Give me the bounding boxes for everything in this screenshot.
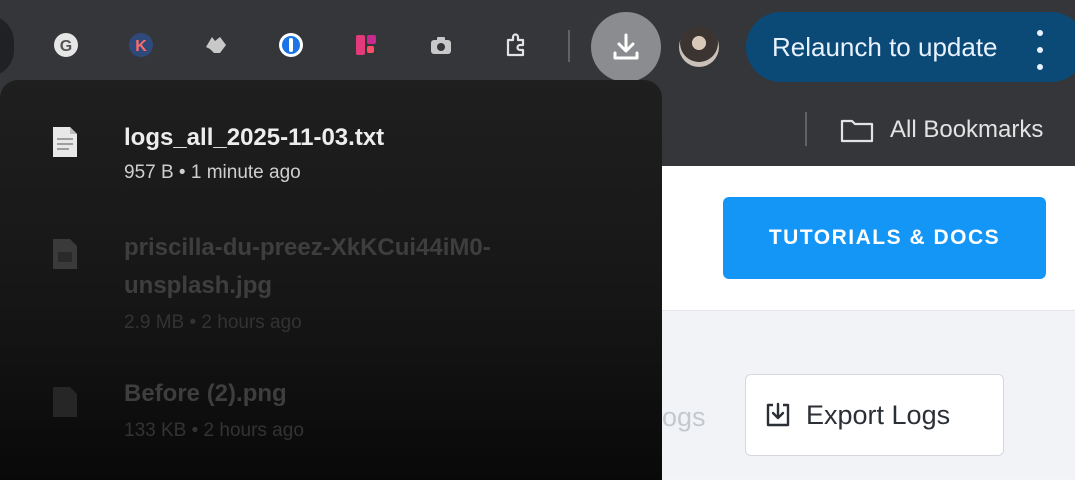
relaunch-label: Relaunch to update [772, 31, 998, 62]
svg-text:K: K [135, 38, 147, 55]
download-filename: logs_all_2025-11-03.txt [124, 124, 385, 151]
wolf-extension-icon[interactable] [199, 28, 233, 62]
image-file-icon [53, 387, 77, 417]
image-file-icon [53, 239, 77, 269]
download-item[interactable]: priscilla-du-preez-XkKCui44iM0- unsplash… [0, 230, 662, 340]
download-meta: 957 B • 1 minute ago [124, 162, 301, 183]
export-logs-button[interactable]: Export Logs [745, 374, 1004, 456]
text-file-icon [53, 127, 77, 157]
grammarly-icon[interactable]: G [49, 28, 83, 62]
omnibox-edge[interactable] [0, 15, 14, 77]
downloads-button[interactable] [591, 12, 661, 82]
export-icon [766, 402, 790, 427]
download-filename-line2: unsplash.jpg [124, 272, 273, 299]
download-icon [613, 33, 639, 60]
relaunch-to-update-button[interactable]: Relaunch to update [746, 12, 1075, 82]
tutorials-docs-button[interactable]: TUTORIALS & DOCS [723, 197, 1046, 279]
obscured-logs-text: ogs [662, 402, 706, 432]
figma-like-extension-icon[interactable] [349, 28, 383, 62]
k-extension-icon[interactable]: K [124, 28, 158, 62]
toolbar-separator [568, 30, 570, 62]
download-meta: 2.9 MB • 2 hours ago [124, 312, 302, 333]
export-logs-label: Export Logs [806, 399, 951, 430]
downloads-panel: logs_all_2025-11-03.txt 957 B • 1 minute… [0, 80, 662, 480]
camera-icon[interactable] [424, 28, 458, 62]
download-filename: Before (2).png [124, 380, 287, 407]
download-filename: priscilla-du-preez-XkKCui44iM0- [124, 234, 491, 261]
download-meta: 133 KB • 2 hours ago [124, 420, 304, 441]
all-bookmarks-label: All Bookmarks [890, 116, 1044, 143]
svg-text:G: G [60, 38, 72, 55]
puzzle-extensions-icon[interactable] [499, 28, 533, 62]
download-item[interactable]: logs_all_2025-11-03.txt 957 B • 1 minute… [0, 120, 662, 200]
tutorials-label: TUTORIALS & DOCS [768, 226, 1001, 249]
more-menu-icon[interactable] [1032, 30, 1048, 70]
bookmarks-separator [805, 112, 807, 146]
folder-icon [840, 119, 874, 143]
password-manager-icon[interactable] [274, 28, 308, 62]
all-bookmarks-button[interactable]: All Bookmarks [840, 114, 1043, 146]
download-item[interactable]: Before (2).png 133 KB • 2 hours ago [0, 380, 662, 460]
profile-avatar[interactable] [679, 27, 719, 67]
